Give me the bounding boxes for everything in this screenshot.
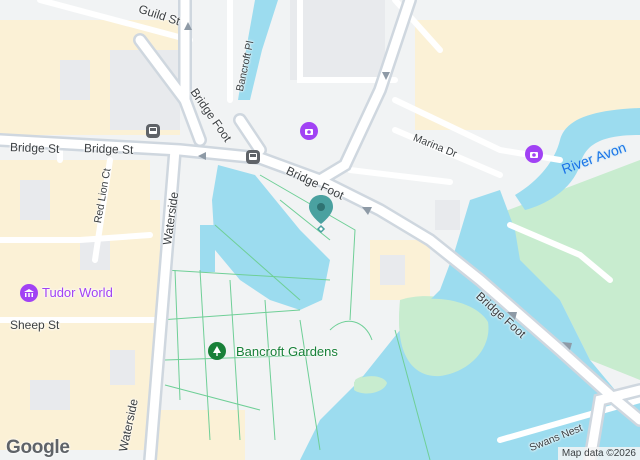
bus-stop-icon[interactable]	[246, 150, 260, 164]
bus-stop-icon[interactable]	[146, 124, 160, 138]
location-pin-icon[interactable]	[308, 194, 334, 236]
museum-icon[interactable]	[20, 284, 38, 302]
map-canvas[interactable]: Guild St Bridge St Bridge St Bridge Foot…	[0, 0, 640, 460]
google-logo: Google	[6, 437, 70, 458]
street-label-bridge-st: Bridge St	[83, 141, 134, 157]
map-attribution[interactable]: Map data ©2026	[557, 447, 640, 460]
museum-icon[interactable]	[525, 145, 543, 163]
museum-icon[interactable]	[300, 122, 318, 140]
poi-label-bancroft-gardens[interactable]: Bancroft Gardens	[236, 344, 338, 359]
street-label-bridge-st: Bridge St	[9, 140, 60, 156]
street-label-sheep-st: Sheep St	[10, 318, 60, 332]
park-icon[interactable]	[208, 342, 226, 360]
poi-label-tudor-world[interactable]: Tudor World	[42, 285, 113, 300]
